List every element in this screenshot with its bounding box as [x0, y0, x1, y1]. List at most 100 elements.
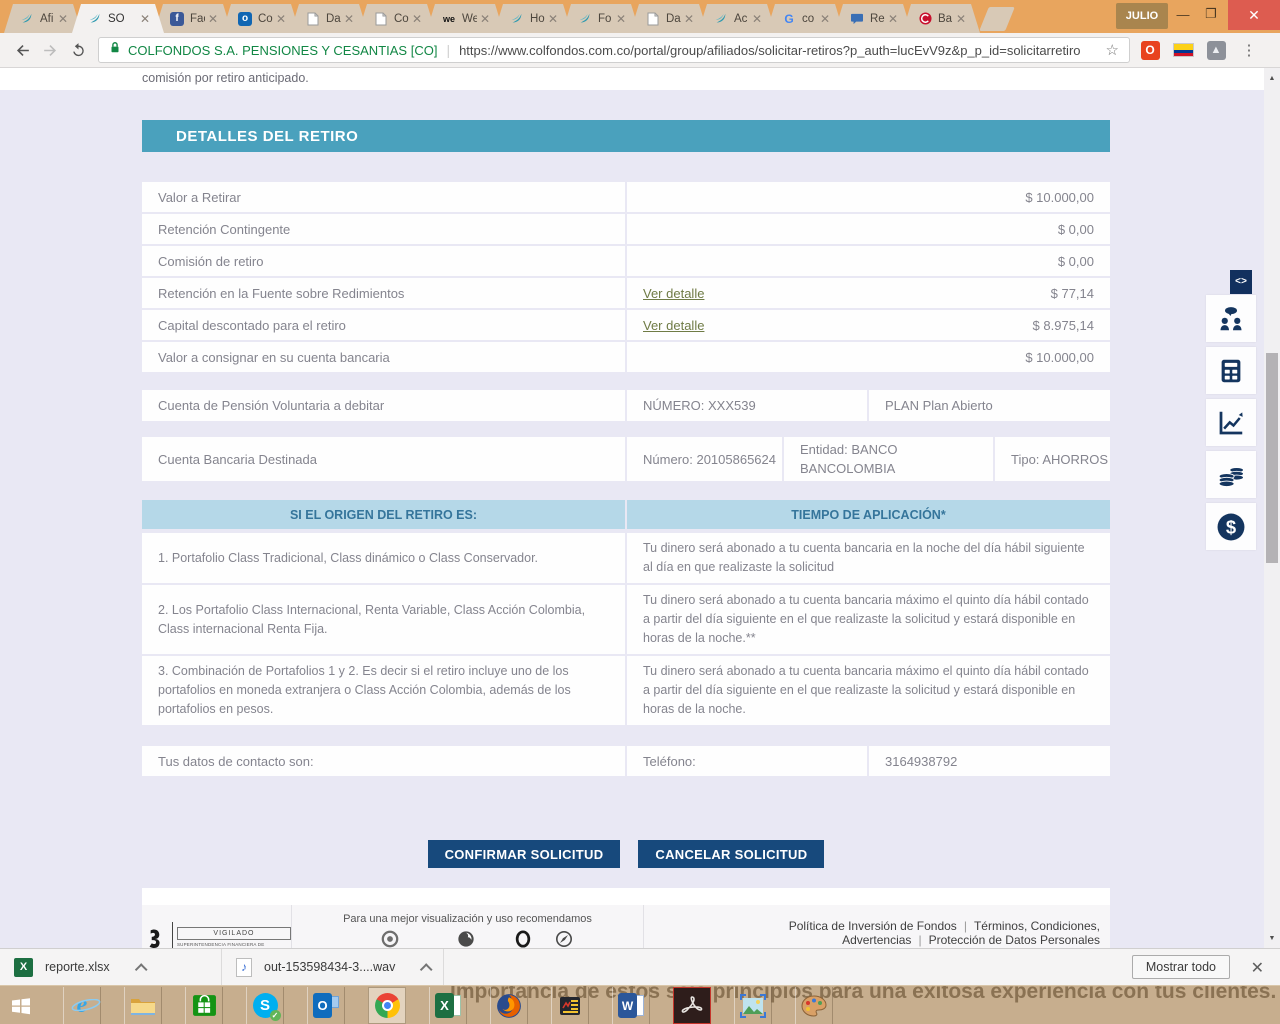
tab-document-3[interactable]: Da ✕ — [630, 4, 708, 33]
tab-title: Afi — [40, 13, 53, 25]
restore-button[interactable]: ❐ — [1198, 0, 1224, 28]
new-tab-button[interactable] — [979, 7, 1015, 31]
advisor-chat-tool[interactable] — [1206, 295, 1256, 342]
row-value: $ 0,00 — [920, 214, 1110, 244]
browser-chrome: Google Chrome — [360, 930, 420, 948]
scroll-up-arrow-icon[interactable]: ▲ — [1264, 70, 1280, 86]
taskbar-file-explorer[interactable] — [124, 987, 162, 1024]
download-item-wav[interactable]: ♪ out-153598434-3....wav — [222, 949, 444, 985]
show-all-downloads-button[interactable]: Mostrar todo — [1132, 955, 1230, 979]
tab-close-icon[interactable]: ✕ — [752, 13, 762, 25]
tab-close-icon[interactable]: ✕ — [208, 13, 218, 25]
ver-detalle-link[interactable]: Ver detalle — [643, 286, 704, 301]
back-button[interactable] — [8, 36, 36, 64]
tab-document-1[interactable]: Da ✕ — [290, 4, 368, 33]
tab-remote[interactable]: Re ✕ — [834, 4, 912, 33]
firefox-gray-icon — [457, 930, 475, 948]
tab-facebook[interactable]: f Fac ✕ — [154, 4, 232, 33]
tab-close-icon[interactable]: ✕ — [480, 13, 490, 25]
taskbar-excel[interactable]: X — [429, 987, 467, 1024]
tab-close-icon[interactable]: ✕ — [956, 13, 966, 25]
dollar-tool[interactable]: $ — [1206, 503, 1256, 550]
bookmark-star-icon[interactable]: ☆ — [1106, 41, 1119, 59]
tab-we[interactable]: we We ✕ — [426, 4, 504, 33]
tab-afiliados[interactable]: Afi ✕ — [4, 4, 82, 33]
footer-link-datos[interactable]: Protección de Datos Personales — [929, 933, 1100, 947]
colombia-flag-extension-icon[interactable] — [1170, 37, 1196, 63]
taskbar-system-utility[interactable] — [551, 987, 589, 1024]
tab-title: Ac — [734, 13, 747, 25]
tab-close-icon[interactable]: ✕ — [684, 13, 694, 25]
spacer-strip — [142, 888, 1110, 905]
word-icon: W — [618, 993, 644, 1018]
taskbar-acrobat[interactable] — [673, 987, 711, 1024]
ver-detalle-link[interactable]: Ver detalle — [643, 318, 704, 333]
tab-solicitar-retiros-active[interactable]: SO ✕ — [72, 4, 164, 33]
origin-header-cell: SI EL ORIGEN DEL RETIRO ES: — [142, 500, 627, 529]
tab-banco[interactable]: Ba ✕ — [902, 4, 980, 33]
taskbar-windows-store[interactable] — [185, 987, 223, 1024]
minimize-button[interactable]: — — [1170, 0, 1196, 28]
forward-button[interactable] — [36, 36, 64, 64]
tab-close-icon[interactable]: ✕ — [820, 13, 830, 25]
facebook-favicon-icon: f — [169, 11, 185, 27]
row-detail — [627, 342, 920, 372]
tab-close-icon[interactable]: ✕ — [140, 13, 150, 25]
vertical-scrollbar[interactable]: ▲ ▼ — [1264, 68, 1280, 948]
tab-close-icon[interactable]: ✕ — [276, 13, 286, 25]
scrollbar-thumb[interactable] — [1266, 353, 1278, 563]
pdf-extension-icon[interactable]: ▲ — [1203, 37, 1229, 63]
taskbar-photos[interactable] — [734, 987, 772, 1024]
taskbar-chrome-active[interactable] — [368, 987, 406, 1024]
download-item-xlsx[interactable]: X reporte.xlsx — [0, 949, 222, 985]
growth-chart-tool[interactable] — [1206, 399, 1256, 446]
tab-home[interactable]: Ho ✕ — [494, 4, 572, 33]
tab-close-icon[interactable]: ✕ — [548, 13, 558, 25]
confirm-request-button[interactable]: CONFIRMAR SOLICITUD — [428, 840, 621, 868]
taskbar-internet-explorer[interactable]: e — [63, 987, 101, 1024]
tab-google[interactable]: G co ✕ — [766, 4, 844, 33]
tab-close-icon[interactable]: ✕ — [344, 13, 354, 25]
side-panel-toggle[interactable]: <> — [1230, 270, 1252, 294]
calculator-tool[interactable] — [1206, 347, 1256, 394]
cancel-request-button[interactable]: CANCELAR SOLICITUD — [638, 840, 824, 868]
reload-button[interactable] — [64, 36, 92, 64]
row-label: Cuenta Bancaria Destinada — [142, 437, 627, 481]
close-window-button[interactable]: ✕ — [1228, 0, 1280, 30]
tab-accesos[interactable]: Ac ✕ — [698, 4, 776, 33]
opera-gray-icon — [514, 930, 532, 948]
bank-type: Tipo: AHORROS — [995, 437, 1110, 481]
ie-icon: e — [77, 992, 88, 1019]
tab-fondos[interactable]: Fo ✕ — [562, 4, 640, 33]
savings-coins-tool[interactable] — [1206, 451, 1256, 498]
vigilado-logo: VIGILADO SUPERINTENDENCIA FINANCIERA DE … — [142, 905, 292, 948]
colfondos-favicon-icon — [87, 11, 103, 27]
chevron-up-icon[interactable] — [134, 963, 147, 976]
row-detail — [627, 214, 920, 244]
time-cell: Tu dinero será abonado a tu cuenta banca… — [627, 533, 1110, 583]
tab-close-icon[interactable]: ✕ — [888, 13, 898, 25]
close-download-bar-icon[interactable]: ✕ — [1251, 958, 1264, 978]
firefox-icon — [496, 993, 522, 1019]
address-bar[interactable]: COLFONDOS S.A. PENSIONES Y CESANTIAS [CO… — [98, 37, 1130, 63]
store-icon — [192, 993, 217, 1018]
chevron-up-icon[interactable] — [420, 963, 433, 976]
folder-icon — [130, 995, 156, 1017]
tab-document-2[interactable]: Co ✕ — [358, 4, 436, 33]
tab-close-icon[interactable]: ✕ — [58, 13, 68, 25]
office-extension-icon[interactable]: O — [1137, 37, 1163, 63]
chrome-menu-icon[interactable]: ⋮ — [1236, 37, 1262, 63]
taskbar-firefox[interactable] — [490, 987, 528, 1024]
start-button[interactable] — [2, 987, 40, 1024]
tab-close-icon[interactable]: ✕ — [412, 13, 422, 25]
tab-outlook[interactable]: o Co ✕ — [222, 4, 300, 33]
taskbar-paint[interactable] — [795, 987, 833, 1024]
profile-badge[interactable]: JULIO — [1116, 3, 1168, 29]
taskbar-skype[interactable]: S✓ — [246, 987, 284, 1024]
tab-close-icon[interactable]: ✕ — [616, 13, 626, 25]
taskbar-word[interactable]: W — [612, 987, 650, 1024]
advisor-chat-icon — [1216, 304, 1246, 334]
scroll-down-arrow-icon[interactable]: ▼ — [1264, 930, 1280, 946]
taskbar-outlook[interactable]: O — [307, 987, 345, 1024]
footer-link-inversion[interactable]: Política de Inversión de Fondos — [789, 919, 957, 933]
